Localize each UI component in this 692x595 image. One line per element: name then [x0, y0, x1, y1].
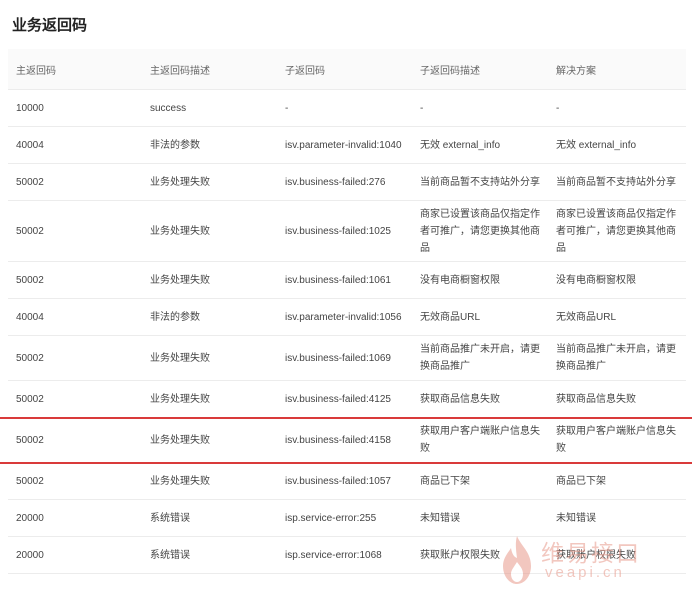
table-row: 50002 业务处理失败 isv.business-failed:1069 当前… [8, 335, 686, 381]
cell-code: 50002 [8, 335, 142, 381]
cell-solution: 获取账户权限失败 [548, 536, 686, 574]
table-row: 50002 业务处理失败 isv.business-failed:1025 商家… [8, 200, 686, 262]
cell-desc: 非法的参数 [142, 126, 277, 164]
cell-code: 40004 [8, 126, 142, 164]
cell-code: 50002 [8, 200, 142, 262]
cell-solution: 获取用户客户端账户信息失败 [548, 417, 686, 463]
cell-solution: 获取商品信息失败 [548, 380, 686, 418]
page-title: 业务返回码 [12, 17, 88, 34]
cell-solution: 未知错误 [548, 499, 686, 537]
cell-code: 50002 [8, 380, 142, 418]
cell-solution: 当前商品暂不支持站外分享 [548, 163, 686, 201]
cell-solution: 无效商品URL [548, 298, 686, 336]
cell-desc: 业务处理失败 [142, 417, 277, 463]
return-code-table: 主返回码 主返回码描述 子返回码 子返回码描述 解决方案 10000 succe… [8, 49, 686, 574]
header-solution: 解决方案 [548, 49, 686, 90]
cell-solution: 商家已设置该商品仅指定作者可推广，请您更换其他商品 [548, 200, 686, 262]
cell-sub-desc: 获取用户客户端账户信息失败 [412, 417, 548, 463]
cell-sub-desc: 没有电商橱窗权限 [412, 261, 548, 299]
cell-sub-desc: 未知错误 [412, 499, 548, 537]
cell-sub-desc: - [412, 89, 548, 127]
cell-code: 20000 [8, 536, 142, 574]
cell-desc: 业务处理失败 [142, 163, 277, 201]
cell-sub-desc: 无效商品URL [412, 298, 548, 336]
cell-solution: - [548, 89, 686, 127]
table-row: 50002 业务处理失败 isv.business-failed:1061 没有… [8, 261, 686, 299]
cell-sub-desc: 获取商品信息失败 [412, 380, 548, 418]
cell-code: 50002 [8, 417, 142, 463]
cell-sub-desc: 当前商品推广未开启，请更换商品推广 [412, 335, 548, 381]
header-sub-desc: 子返回码描述 [412, 49, 548, 90]
table-header-row: 主返回码 主返回码描述 子返回码 子返回码描述 解决方案 [8, 49, 686, 90]
table-row: 40004 非法的参数 isv.parameter-invalid:1056 无… [8, 298, 686, 336]
cell-sub-code: isp.service-error:1068 [277, 536, 412, 574]
cell-desc: 非法的参数 [142, 298, 277, 336]
cell-solution: 商品已下架 [548, 462, 686, 500]
cell-desc: 系统错误 [142, 536, 277, 574]
cell-sub-desc: 获取账户权限失败 [412, 536, 548, 574]
cell-sub-code: isp.service-error:255 [277, 499, 412, 537]
table-row: 50002 业务处理失败 isv.business-failed:276 当前商… [8, 163, 686, 201]
cell-sub-code: isv.business-failed:4158 [277, 417, 412, 463]
cell-sub-desc: 当前商品暂不支持站外分享 [412, 163, 548, 201]
table-row: 40004 非法的参数 isv.parameter-invalid:1040 无… [8, 126, 686, 164]
cell-code: 50002 [8, 163, 142, 201]
cell-sub-code: - [277, 89, 412, 127]
highlight-line-top [0, 416, 692, 419]
cell-solution: 当前商品推广未开启，请更换商品推广 [548, 335, 686, 381]
header-main-code: 主返回码 [8, 49, 142, 90]
cell-sub-code: isv.business-failed:4125 [277, 380, 412, 418]
table-row: 50002 业务处理失败 isv.business-failed:4125 获取… [8, 380, 686, 418]
cell-code: 20000 [8, 499, 142, 537]
cell-sub-code: isv.parameter-invalid:1056 [277, 298, 412, 336]
cell-desc: 业务处理失败 [142, 462, 277, 500]
cell-solution: 无效 external_info [548, 126, 686, 164]
cell-sub-code: isv.business-failed:1057 [277, 462, 412, 500]
cell-desc: 业务处理失败 [142, 335, 277, 381]
highlight-line-bottom [0, 461, 692, 464]
cell-desc: 业务处理失败 [142, 380, 277, 418]
table-row: 50002 业务处理失败 isv.business-failed:1057 商品… [8, 462, 686, 500]
cell-desc: success [142, 89, 277, 127]
cell-code: 10000 [8, 89, 142, 127]
cell-desc: 业务处理失败 [142, 261, 277, 299]
cell-sub-code: isv.parameter-invalid:1040 [277, 126, 412, 164]
table-row: 20000 系统错误 isp.service-error:255 未知错误 未知… [8, 499, 686, 537]
highlighted-table-row: 50002 业务处理失败 isv.business-failed:4158 获取… [8, 417, 686, 463]
cell-sub-code: isv.business-failed:1025 [277, 200, 412, 262]
cell-sub-code: isv.business-failed:276 [277, 163, 412, 201]
header-main-desc: 主返回码描述 [142, 49, 277, 90]
cell-desc: 业务处理失败 [142, 200, 277, 262]
table-row: 10000 success - - - [8, 89, 686, 127]
cell-desc: 系统错误 [142, 499, 277, 537]
cell-sub-code: isv.business-failed:1069 [277, 335, 412, 381]
cell-code: 50002 [8, 462, 142, 500]
cell-sub-desc: 商家已设置该商品仅指定作者可推广，请您更换其他商品 [412, 200, 548, 262]
cell-code: 40004 [8, 298, 142, 336]
cell-sub-code: isv.business-failed:1061 [277, 261, 412, 299]
cell-code: 50002 [8, 261, 142, 299]
header-sub-code: 子返回码 [277, 49, 412, 90]
table-row: 20000 系统错误 isp.service-error:1068 获取账户权限… [8, 536, 686, 574]
cell-solution: 没有电商橱窗权限 [548, 261, 686, 299]
cell-sub-desc: 商品已下架 [412, 462, 548, 500]
cell-sub-desc: 无效 external_info [412, 126, 548, 164]
